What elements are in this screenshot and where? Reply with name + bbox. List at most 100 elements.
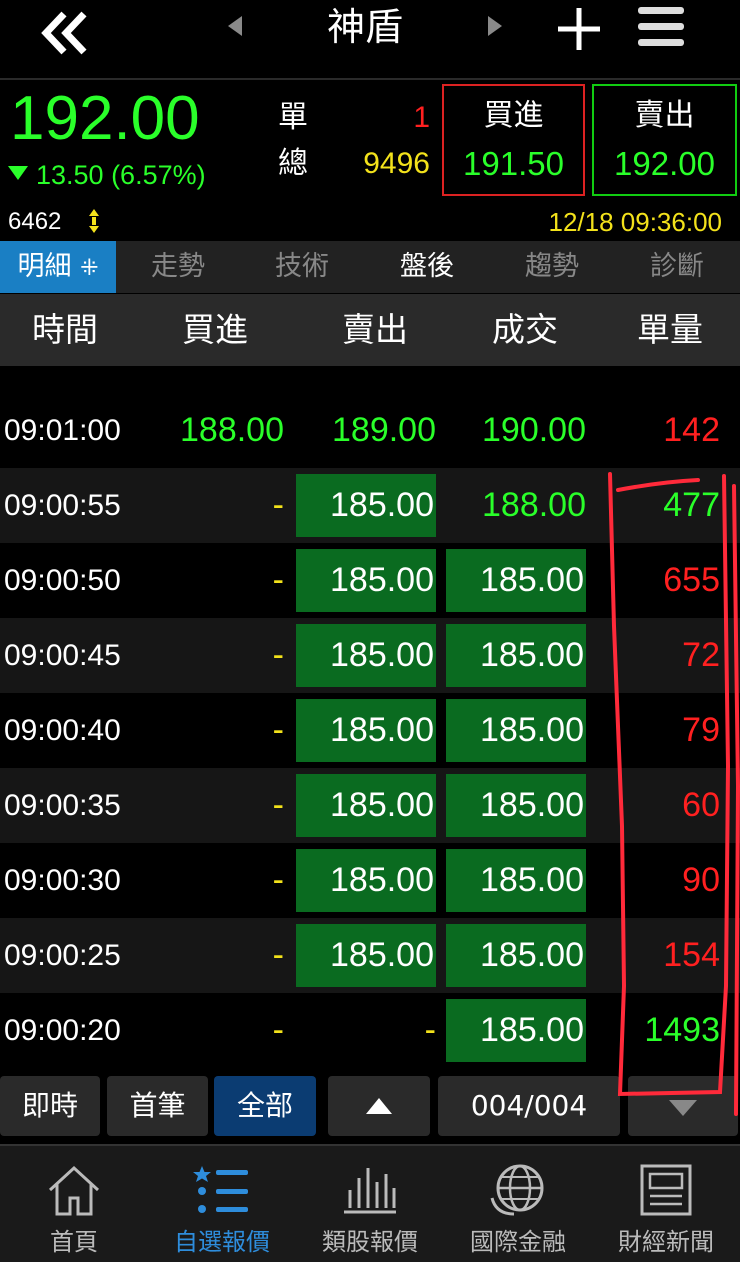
triangle-down-icon [669,1100,697,1116]
cell-time: 09:00:35 [4,789,121,822]
cell-buy: - [272,561,284,599]
tab-detail-label: 明細 [17,251,72,282]
cell-time: 09:00:30 [4,864,121,897]
prev-stock-icon[interactable] [228,16,242,36]
table-row: 09:00:55 -185.00 188.00 477 [0,468,740,543]
cell-qty: 90 [682,861,720,899]
nav-news-label: 財經新聞 [618,1228,714,1256]
page-indicator: 004/004 [438,1076,620,1136]
cell-sell: 185.00 [296,624,436,687]
bottom-nav: 首頁 自選報價 類股報價 國際金融 財經新聞 [0,1144,740,1262]
cell-sell: 185.00 [296,774,436,837]
star-list-icon [193,1166,248,1213]
header-qty: 單量 [637,310,703,349]
table-row: 09:00:50-185.00 185.00 655 [0,543,740,618]
total-volume-value: 9496 [363,147,430,180]
buy-button[interactable]: 買進 191.50 [442,84,585,196]
table-header: 時間 買進 賣出 成交 單量 [0,294,740,366]
table-row: 09:00:30-185.00 185.00 90 [0,843,740,918]
table-row: 09:00:40-185.00 185.00 79 [0,693,740,768]
menu-icon[interactable] [636,4,686,50]
cell-buy: - [272,786,284,824]
tab-tendency[interactable]: 趨勢 [490,241,614,293]
cell-buy: - [272,711,284,749]
globe-icon [490,1164,544,1216]
cell-buy: - [272,486,284,524]
nav-news[interactable]: 財經新聞 [592,1146,740,1262]
cell-qty: 477 [663,486,720,524]
tab-diagnosis[interactable]: 診斷 [614,241,740,293]
page-down-button[interactable] [628,1076,738,1136]
cell-sell: 185.00 [296,924,436,987]
cell-time: 09:00:50 [4,564,121,597]
nav-sector-quotes[interactable]: 類股報價 [296,1146,444,1262]
cell-sell: 185.00 [296,474,436,537]
header-time: 時間 [32,310,98,349]
cell-time: 09:00:40 [4,714,121,747]
cell-deal: 185.00 [446,699,586,762]
nav-international[interactable]: 國際金融 [444,1146,592,1262]
cell-qty: 655 [663,561,720,599]
triangle-up-icon [366,1098,392,1114]
cell-deal: 185.00 [446,549,586,612]
cell-sell: - [424,1011,436,1049]
cell-qty: 79 [682,711,720,749]
cell-qty: 154 [663,936,720,974]
cell-sell: 185.00 [296,849,436,912]
total-volume-label: 總 [278,146,308,181]
cell-qty: 60 [682,786,720,824]
sell-price: 192.00 [614,145,715,182]
table-row: 09:00:25-185.00 185.00 154 [0,918,740,993]
cell-deal: 185.00 [446,924,586,987]
nav-watchlist[interactable]: 自選報價 [148,1146,296,1262]
cell-qty: 72 [682,636,720,674]
nav-international-label: 國際金融 [470,1228,566,1256]
last-price: 192.00 [10,84,200,153]
tab-trend[interactable]: 走勢 [116,241,240,293]
table-row-partial [0,366,740,393]
double-chevron-left-icon[interactable] [38,10,98,56]
cell-qty: 1493 [644,1011,720,1049]
tab-detail[interactable]: 明細 ⁜ [0,241,116,293]
nav-home[interactable]: 首頁 [0,1146,148,1262]
tab-after-hours[interactable]: 盤後 [364,241,490,293]
cell-deal: 190.00 [482,411,586,449]
table-row: 09:00:45-185.00 185.00 72 [0,618,740,693]
collapse-icon: ⁜ [80,256,99,281]
cell-time: 09:01:00 [4,414,121,447]
nav-sector-quotes-label: 類股報價 [322,1228,418,1256]
tab-bar: 明細 ⁜ 走勢 技術 盤後 趨勢 診斷 [0,241,740,293]
single-volume-label: 單 [278,100,308,135]
trade-detail-list[interactable]: 09:01:00 188.00 189.00 190.00 142 09:00:55-18… [0,366,740,1070]
tab-technical[interactable]: 技術 [240,241,364,293]
first-record-button[interactable]: 首筆 [107,1076,208,1136]
all-records-button[interactable]: 全部 [214,1076,316,1136]
sell-label: 賣出 [634,98,695,133]
cell-buy: 188.00 [180,411,284,449]
cell-buy: - [272,936,284,974]
stock-title: 神盾 [326,5,403,49]
cell-deal: 185.00 [446,999,586,1062]
down-arrow-icon [8,166,28,180]
cell-time: 09:00:55 [4,489,121,522]
realtime-button[interactable]: 即時 [0,1076,100,1136]
cell-time: 09:00:20 [4,1014,121,1047]
table-row: 09:00:20- -185.00 1493 [0,993,740,1068]
home-icon [48,1165,100,1216]
table-row: 09:00:35-185.00 185.00 60 [0,768,740,843]
sell-button[interactable]: 賣出 192.00 [592,84,737,196]
newspaper-icon [640,1164,692,1216]
cell-buy: - [272,861,284,899]
cell-deal: 185.00 [446,624,586,687]
cell-qty: 142 [663,411,720,449]
quote-datetime: 12/18 09:36:00 [548,207,723,237]
next-stock-icon[interactable] [488,16,502,36]
nav-home-label: 首頁 [50,1228,98,1256]
buy-label: 買進 [483,98,544,133]
nav-watchlist-label: 自選報價 [174,1228,270,1256]
cell-deal: 185.00 [446,774,586,837]
page-up-button[interactable] [328,1076,430,1136]
cell-deal: 185.00 [446,849,586,912]
cell-buy: - [272,1011,284,1049]
plus-icon[interactable] [556,6,602,52]
